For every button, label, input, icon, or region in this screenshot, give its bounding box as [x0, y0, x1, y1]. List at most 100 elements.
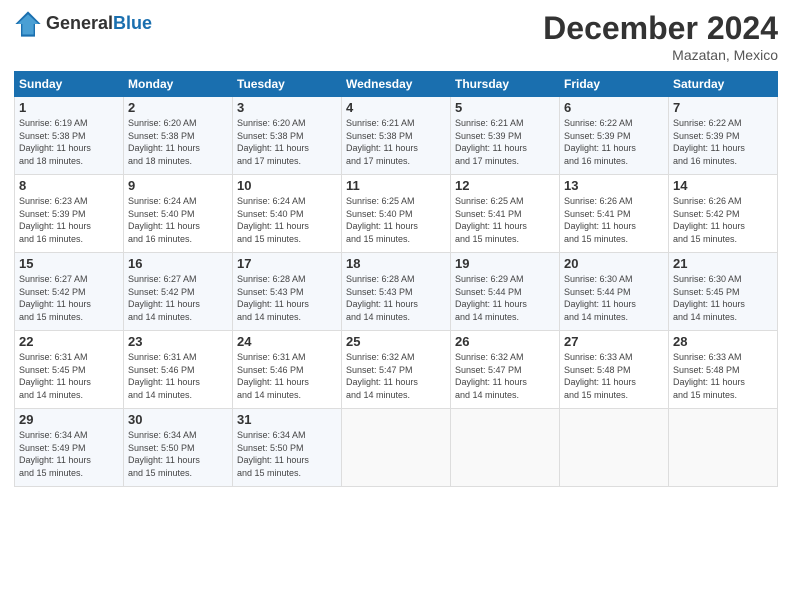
- calendar-cell: 7 Sunrise: 6:22 AM Sunset: 5:39 PM Daylig…: [669, 97, 778, 175]
- calendar-cell: 3Sunrise: 6:20 AM Sunset: 5:38 PM Daylig…: [233, 97, 342, 175]
- day-detail: Sunrise: 6:31 AM Sunset: 5:46 PM Dayligh…: [128, 351, 228, 401]
- day-detail: Sunrise: 6:32 AM Sunset: 5:47 PM Dayligh…: [346, 351, 446, 401]
- calendar-cell: 14Sunrise: 6:26 AM Sunset: 5:42 PM Dayli…: [669, 175, 778, 253]
- day-number: 25: [346, 334, 446, 349]
- day-detail: Sunrise: 6:27 AM Sunset: 5:42 PM Dayligh…: [128, 273, 228, 323]
- day-number: 10: [237, 178, 337, 193]
- day-number: 13: [564, 178, 664, 193]
- day-number: 11: [346, 178, 446, 193]
- calendar-cell: 20 Sunrise: 6:30 AM Sunset: 5:44 PM Dayli…: [560, 253, 669, 331]
- day-detail: Sunrise: 6:28 AM Sunset: 5:43 PM Dayligh…: [237, 273, 337, 323]
- day-number: 18: [346, 256, 446, 271]
- calendar-cell: 8 Sunrise: 6:23 AM Sunset: 5:39 PM Daylig…: [15, 175, 124, 253]
- calendar-cell: 29 Sunrise: 6:34 AM Sunset: 5:49 PM Dayli…: [15, 409, 124, 487]
- logo-icon: [14, 10, 42, 38]
- calendar-cell: [451, 409, 560, 487]
- day-number: 23: [128, 334, 228, 349]
- logo-general-text: General: [46, 13, 113, 33]
- calendar-cell: 11Sunrise: 6:25 AM Sunset: 5:40 PM Dayli…: [342, 175, 451, 253]
- calendar-week-row: 29 Sunrise: 6:34 AM Sunset: 5:49 PM Dayli…: [15, 409, 778, 487]
- day-number: 4: [346, 100, 446, 115]
- calendar-cell: 30Sunrise: 6:34 AM Sunset: 5:50 PM Dayli…: [124, 409, 233, 487]
- calendar-cell: 24Sunrise: 6:31 AM Sunset: 5:46 PM Dayli…: [233, 331, 342, 409]
- day-detail: Sunrise: 6:32 AM Sunset: 5:47 PM Dayligh…: [455, 351, 555, 401]
- day-detail: Sunrise: 6:24 AM Sunset: 5:40 PM Dayligh…: [128, 195, 228, 245]
- calendar-cell: 4 Sunrise: 6:21 AM Sunset: 5:38 PM Daylig…: [342, 97, 451, 175]
- day-detail: Sunrise: 6:30 AM Sunset: 5:45 PM Dayligh…: [673, 273, 773, 323]
- calendar-cell: 27Sunrise: 6:33 AM Sunset: 5:48 PM Dayli…: [560, 331, 669, 409]
- day-detail: Sunrise: 6:24 AM Sunset: 5:40 PM Dayligh…: [237, 195, 337, 245]
- day-detail: Sunrise: 6:31 AM Sunset: 5:45 PM Dayligh…: [19, 351, 119, 401]
- logo-blue-text: Blue: [113, 13, 152, 33]
- day-detail: Sunrise: 6:33 AM Sunset: 5:48 PM Dayligh…: [564, 351, 664, 401]
- day-detail: Sunrise: 6:26 AM Sunset: 5:41 PM Dayligh…: [564, 195, 664, 245]
- day-detail: Sunrise: 6:21 AM Sunset: 5:39 PM Dayligh…: [455, 117, 555, 167]
- day-number: 15: [19, 256, 119, 271]
- day-detail: Sunrise: 6:27 AM Sunset: 5:42 PM Dayligh…: [19, 273, 119, 323]
- day-detail: Sunrise: 6:19 AM Sunset: 5:38 PM Dayligh…: [19, 117, 119, 167]
- weekday-header-row: SundayMondayTuesdayWednesdayThursdayFrid…: [15, 72, 778, 97]
- header: GeneralBlue December 2024 Mazatan, Mexic…: [14, 10, 778, 63]
- page-container: GeneralBlue December 2024 Mazatan, Mexic…: [0, 0, 792, 497]
- day-number: 26: [455, 334, 555, 349]
- day-number: 1: [19, 100, 119, 115]
- calendar-cell: [560, 409, 669, 487]
- day-number: 31: [237, 412, 337, 427]
- day-detail: Sunrise: 6:30 AM Sunset: 5:44 PM Dayligh…: [564, 273, 664, 323]
- calendar-cell: 19Sunrise: 6:29 AM Sunset: 5:44 PM Dayli…: [451, 253, 560, 331]
- day-detail: Sunrise: 6:20 AM Sunset: 5:38 PM Dayligh…: [237, 117, 337, 167]
- day-number: 29: [19, 412, 119, 427]
- weekday-header-thursday: Thursday: [451, 72, 560, 97]
- day-number: 9: [128, 178, 228, 193]
- calendar-cell: 28Sunrise: 6:33 AM Sunset: 5:48 PM Dayli…: [669, 331, 778, 409]
- location: Mazatan, Mexico: [543, 47, 778, 63]
- calendar-cell: 26 Sunrise: 6:32 AM Sunset: 5:47 PM Dayli…: [451, 331, 560, 409]
- calendar-cell: 12 Sunrise: 6:25 AM Sunset: 5:41 PM Dayli…: [451, 175, 560, 253]
- day-detail: Sunrise: 6:20 AM Sunset: 5:38 PM Dayligh…: [128, 117, 228, 167]
- calendar-week-row: 15 Sunrise: 6:27 AM Sunset: 5:42 PM Dayli…: [15, 253, 778, 331]
- day-number: 17: [237, 256, 337, 271]
- day-number: 21: [673, 256, 773, 271]
- day-number: 20: [564, 256, 664, 271]
- calendar-cell: 22 Sunrise: 6:31 AM Sunset: 5:45 PM Dayli…: [15, 331, 124, 409]
- day-number: 16: [128, 256, 228, 271]
- calendar-cell: 10 Sunrise: 6:24 AM Sunset: 5:40 PM Dayli…: [233, 175, 342, 253]
- calendar-cell: 21 Sunrise: 6:30 AM Sunset: 5:45 PM Dayli…: [669, 253, 778, 331]
- day-number: 2: [128, 100, 228, 115]
- day-detail: Sunrise: 6:25 AM Sunset: 5:41 PM Dayligh…: [455, 195, 555, 245]
- day-number: 7: [673, 100, 773, 115]
- calendar-cell: 25 Sunrise: 6:32 AM Sunset: 5:47 PM Dayli…: [342, 331, 451, 409]
- day-detail: Sunrise: 6:22 AM Sunset: 5:39 PM Dayligh…: [673, 117, 773, 167]
- calendar-week-row: 1 Sunrise: 6:19 AM Sunset: 5:38 PM Daylig…: [15, 97, 778, 175]
- calendar-cell: 2 Sunrise: 6:20 AM Sunset: 5:38 PM Daylig…: [124, 97, 233, 175]
- day-detail: Sunrise: 6:23 AM Sunset: 5:39 PM Dayligh…: [19, 195, 119, 245]
- calendar-week-row: 22 Sunrise: 6:31 AM Sunset: 5:45 PM Dayli…: [15, 331, 778, 409]
- weekday-header-sunday: Sunday: [15, 72, 124, 97]
- day-detail: Sunrise: 6:28 AM Sunset: 5:43 PM Dayligh…: [346, 273, 446, 323]
- calendar-cell: 18 Sunrise: 6:28 AM Sunset: 5:43 PM Dayli…: [342, 253, 451, 331]
- day-detail: Sunrise: 6:21 AM Sunset: 5:38 PM Dayligh…: [346, 117, 446, 167]
- calendar-cell: 17 Sunrise: 6:28 AM Sunset: 5:43 PM Dayli…: [233, 253, 342, 331]
- day-number: 12: [455, 178, 555, 193]
- day-number: 30: [128, 412, 228, 427]
- logo: GeneralBlue: [14, 10, 152, 38]
- calendar-table: SundayMondayTuesdayWednesdayThursdayFrid…: [14, 71, 778, 487]
- day-number: 6: [564, 100, 664, 115]
- day-number: 5: [455, 100, 555, 115]
- day-detail: Sunrise: 6:22 AM Sunset: 5:39 PM Dayligh…: [564, 117, 664, 167]
- calendar-cell: 6 Sunrise: 6:22 AM Sunset: 5:39 PM Daylig…: [560, 97, 669, 175]
- calendar-cell: 9 Sunrise: 6:24 AM Sunset: 5:40 PM Daylig…: [124, 175, 233, 253]
- calendar-cell: 23 Sunrise: 6:31 AM Sunset: 5:46 PM Dayli…: [124, 331, 233, 409]
- weekday-header-saturday: Saturday: [669, 72, 778, 97]
- calendar-cell: 1 Sunrise: 6:19 AM Sunset: 5:38 PM Daylig…: [15, 97, 124, 175]
- day-detail: Sunrise: 6:31 AM Sunset: 5:46 PM Dayligh…: [237, 351, 337, 401]
- calendar-cell: 31Sunrise: 6:34 AM Sunset: 5:50 PM Dayli…: [233, 409, 342, 487]
- calendar-cell: 16 Sunrise: 6:27 AM Sunset: 5:42 PM Dayli…: [124, 253, 233, 331]
- calendar-cell: [669, 409, 778, 487]
- day-number: 22: [19, 334, 119, 349]
- weekday-header-monday: Monday: [124, 72, 233, 97]
- calendar-week-row: 8 Sunrise: 6:23 AM Sunset: 5:39 PM Daylig…: [15, 175, 778, 253]
- day-detail: Sunrise: 6:33 AM Sunset: 5:48 PM Dayligh…: [673, 351, 773, 401]
- day-detail: Sunrise: 6:34 AM Sunset: 5:49 PM Dayligh…: [19, 429, 119, 479]
- day-number: 8: [19, 178, 119, 193]
